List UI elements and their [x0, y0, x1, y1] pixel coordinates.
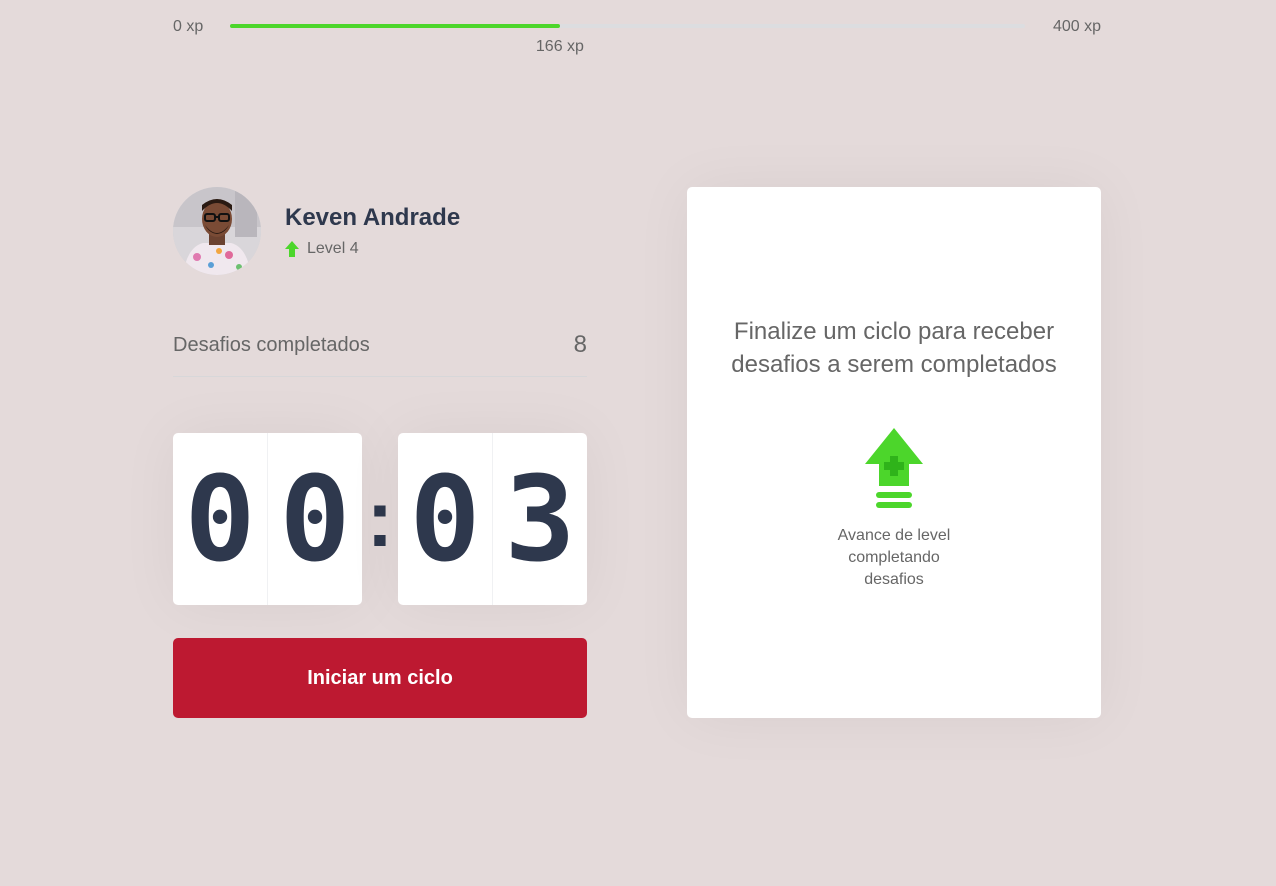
profile: Keven Andrade Level 4	[173, 187, 460, 275]
profile-info: Keven Andrade Level 4	[285, 204, 460, 258]
second-ones-digit: 3	[492, 433, 587, 605]
xp-max-label: 400 xp	[1052, 18, 1101, 35]
start-cycle-button[interactable]: Iniciar um ciclo	[173, 638, 587, 718]
level-up-arrow-icon	[285, 241, 299, 257]
countdown-minutes: 0 0	[173, 433, 362, 605]
challenge-card-description: Avance de level completando desafios	[837, 527, 951, 588]
avatar	[173, 187, 261, 275]
experience-bar: 0 xp 166 xp 400 xp	[173, 16, 1101, 56]
xp-track	[230, 24, 1025, 28]
avatar-image	[173, 187, 261, 275]
xp-min-label: 0 xp	[173, 18, 204, 35]
completed-challenges-label: Desafios completados	[173, 334, 370, 356]
xp-current-label: 166 xp	[535, 38, 584, 55]
second-tens-digit: 0	[409, 450, 481, 588]
challenge-card: Finalize um ciclo para receber desafios …	[687, 187, 1101, 718]
page: 0 xp 166 xp 400 xp Keven Andrade Level 4…	[0, 0, 1276, 886]
countdown: 0 0 : 0 3	[173, 433, 587, 605]
level-label: Level 4	[307, 240, 359, 257]
level: Level 4	[285, 240, 460, 258]
completed-challenges-count: 8	[573, 331, 587, 358]
xp-fill	[230, 24, 560, 28]
minute-tens-digit: 0	[184, 450, 256, 588]
challenge-card-title: Finalize um ciclo para receber desafios …	[731, 318, 1057, 378]
user-name: Keven Andrade	[285, 204, 461, 231]
completed-challenges: Desafios completados 8	[173, 328, 587, 377]
level-up-icon	[865, 428, 923, 508]
minute-ones-digit: 0	[267, 433, 362, 605]
countdown-seconds: 0 3	[398, 433, 587, 605]
countdown-separator: :	[366, 474, 394, 563]
